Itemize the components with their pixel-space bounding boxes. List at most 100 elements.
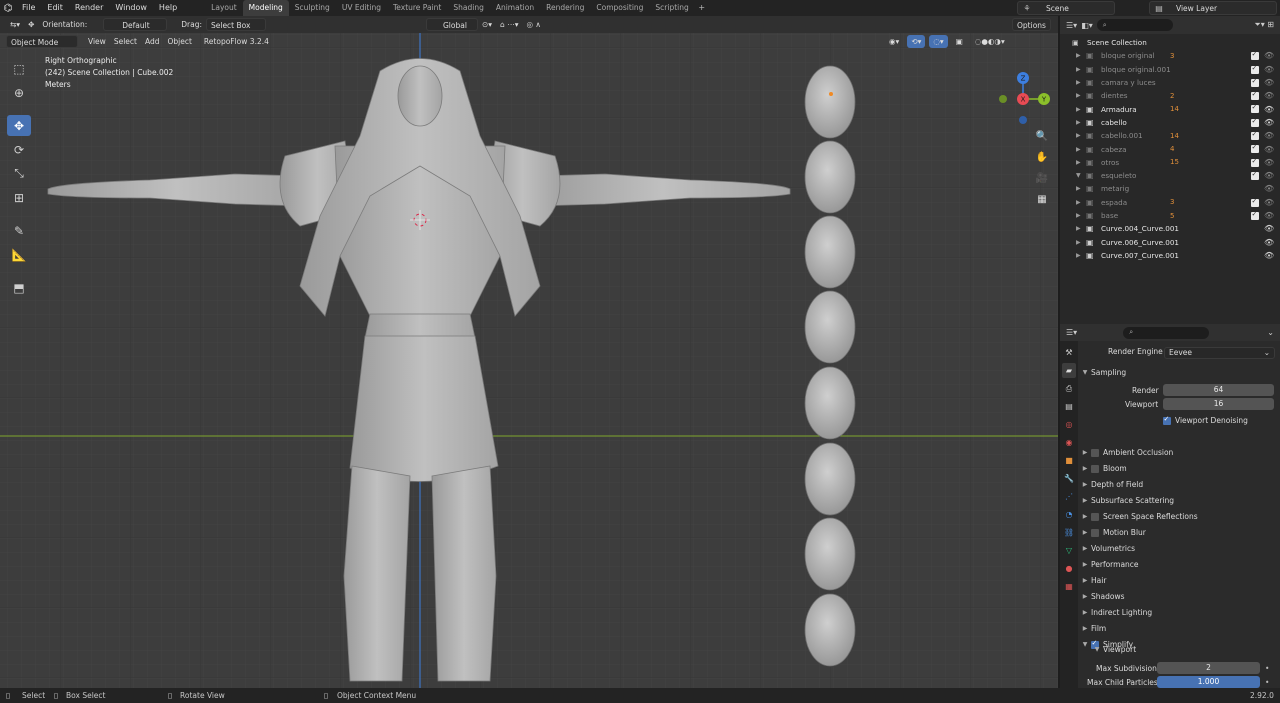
annotate-icon[interactable]: ✎ (7, 220, 31, 241)
outliner-row[interactable]: ▶ ▣ otros 15 👁 (1060, 156, 1280, 169)
menu-view[interactable]: View (84, 35, 110, 48)
panel-header[interactable]: ▶ Ambient Occlusion (1079, 445, 1280, 460)
visibility-eye-icon[interactable]: 👁 (1264, 198, 1274, 207)
expand-arrow-icon[interactable]: ▶ (1076, 132, 1081, 139)
visibility-eye-icon[interactable]: 👁 (1264, 145, 1274, 154)
exclude-checkbox[interactable] (1251, 143, 1259, 154)
panel-header[interactable]: ▶ Film (1079, 621, 1280, 636)
tab-scripting[interactable]: Scripting (649, 0, 694, 16)
outliner-row[interactable]: ▶ ▣ cabello 👁 (1060, 116, 1280, 129)
tab-modeling[interactable]: Modeling (242, 0, 289, 16)
rotate-icon[interactable]: ⟳ (7, 139, 31, 160)
outliner-row[interactable]: ▶ ▣ metarig 👁 (1060, 182, 1280, 195)
visibility-eye-icon[interactable]: 👁 (1264, 65, 1274, 74)
gizmo-toggle-icon[interactable]: ⟲▾ (907, 35, 926, 48)
panel-checkbox[interactable] (1091, 448, 1099, 457)
expand-arrow-icon[interactable]: ▶ (1076, 79, 1081, 86)
expand-arrow-icon[interactable]: ▶ (1076, 119, 1081, 126)
visibility-eye-icon[interactable]: 👁 (1264, 78, 1274, 87)
exclude-checkbox[interactable] (1251, 130, 1259, 141)
transform-space-dropdown[interactable]: Global (425, 18, 478, 31)
tab-uv-editing[interactable]: UV Editing (336, 0, 387, 16)
panel-checkbox[interactable] (1091, 528, 1099, 537)
snap-icon[interactable]: ⌂ ⋯▾ (496, 18, 522, 31)
shading-modes-icon[interactable]: ◌●◐◑▾ (971, 35, 1009, 48)
visibility-icon[interactable]: ◉▾ (885, 35, 903, 48)
visibility-eye-icon[interactable]: 👁 (1264, 171, 1274, 180)
outliner-row[interactable]: ▶ ▣ Curve.004_Curve.001 👁 (1060, 222, 1280, 235)
tab-shading[interactable]: Shading (447, 0, 489, 16)
tab-texture-paint[interactable]: Texture Paint (387, 0, 447, 16)
panel-header[interactable]: ▶ Performance (1079, 557, 1280, 572)
keyframe-dot-icon[interactable]: • (1265, 678, 1269, 687)
world-tab-icon[interactable]: ◉ (1062, 435, 1076, 450)
scene-selector[interactable]: ⚘ Scene (1017, 1, 1115, 15)
select-box-icon[interactable]: ⬚ (7, 58, 31, 79)
expand-arrow-icon[interactable]: ▶ (1076, 239, 1081, 246)
expand-arrow-icon[interactable]: ▶ (1076, 52, 1081, 59)
visibility-eye-icon[interactable]: 👁 (1264, 211, 1274, 220)
3d-viewport[interactable]: ⇆▾ ✥ Orientation: Default Drag: Select B… (0, 16, 1058, 688)
max-subdivision-field[interactable]: 2 (1157, 662, 1260, 674)
render-samples-field[interactable]: 64 (1163, 384, 1274, 396)
exclude-checkbox[interactable] (1251, 64, 1259, 74)
outliner-row[interactable]: ▶ ▣ cabello.001 14 👁 (1060, 129, 1280, 142)
object-tab-icon[interactable]: ■ (1062, 453, 1076, 468)
exclude-checkbox[interactable] (1251, 170, 1259, 180)
outliner-row[interactable]: ▶ ▣ Curve.006_Curve.001 👁 (1060, 235, 1280, 248)
texture-tab-icon[interactable]: ▦ (1062, 579, 1076, 594)
blender-logo-icon[interactable]: ⌬ (0, 0, 16, 16)
modifier-tab-icon[interactable]: 🔧 (1062, 471, 1076, 486)
expand-arrow-icon[interactable]: ▶ (1076, 212, 1081, 219)
navigation-gizmo[interactable]: Y Z X (995, 64, 1055, 124)
exclude-checkbox[interactable] (1251, 210, 1259, 220)
sampling-panel-header[interactable]: ▼ Sampling (1079, 365, 1280, 380)
exclude-checkbox[interactable] (1251, 90, 1259, 101)
properties-editor-icon[interactable]: ☰▾ (1066, 328, 1077, 337)
properties-options-icon[interactable]: ⌄ (1267, 328, 1274, 337)
physics-tab-icon[interactable]: ◔ (1062, 507, 1076, 522)
measure-icon[interactable]: 📐 (7, 244, 31, 265)
expand-arrow-icon[interactable]: ▶ (1076, 146, 1081, 153)
add-workspace-icon[interactable]: + (695, 0, 709, 16)
constraints-tab-icon[interactable]: ⛓ (1062, 525, 1076, 540)
visibility-eye-icon[interactable]: 👁 (1264, 184, 1274, 193)
menu-select[interactable]: Select (110, 35, 141, 48)
ortho-grid-icon[interactable]: ▦ (1033, 190, 1051, 208)
menu-render[interactable]: Render (69, 0, 109, 16)
move-icon[interactable]: ✥ (7, 115, 31, 136)
exclude-checkbox[interactable] (1251, 77, 1259, 87)
max-child-particles-slider[interactable]: 1.000 (1157, 676, 1260, 688)
scene-collection-row[interactable]: ▣ Scene Collection (1060, 36, 1280, 49)
expand-arrow-icon[interactable]: ▼ (1076, 172, 1081, 179)
outliner-row[interactable]: ▶ ▣ espada 3 👁 (1060, 196, 1280, 209)
menu-help[interactable]: Help (153, 0, 183, 16)
visibility-eye-icon[interactable]: 👁 (1264, 158, 1274, 167)
zoom-icon[interactable]: 🔍 (1033, 127, 1051, 145)
visibility-eye-icon[interactable]: 👁 (1264, 118, 1274, 127)
proportional-edit-icon[interactable]: ◎ ∧ (522, 18, 544, 31)
outliner-row[interactable]: ▶ ▣ Curve.007_Curve.001 👁 (1060, 249, 1280, 262)
scene-tab-icon[interactable]: ◎ (1062, 417, 1076, 432)
expand-arrow-icon[interactable]: ▶ (1076, 106, 1081, 113)
outliner-row[interactable]: ▶ ▣ dientes 2 👁 (1060, 89, 1280, 102)
render-engine-dropdown[interactable]: Eevee ⌄ (1164, 347, 1275, 359)
exclude-checkbox[interactable] (1251, 103, 1259, 114)
expand-arrow-icon[interactable]: ▶ (1076, 199, 1081, 206)
panel-checkbox[interactable] (1091, 512, 1099, 521)
visibility-eye-icon[interactable]: 👁 (1264, 131, 1274, 140)
visibility-eye-icon[interactable]: 👁 (1264, 251, 1274, 260)
tool-tab-icon[interactable]: ⚒ (1062, 345, 1076, 360)
panel-header[interactable]: ▶ Subsurface Scattering (1079, 493, 1280, 508)
expand-arrow-icon[interactable]: ▶ (1076, 185, 1081, 192)
data-tab-icon[interactable]: ▽ (1062, 543, 1076, 558)
visibility-eye-icon[interactable]: 👁 (1264, 224, 1274, 233)
properties-search-input[interactable]: ⌕ (1123, 326, 1210, 339)
filter-icon[interactable]: ⏷▾ ⊞ (1254, 20, 1274, 30)
exclude-checkbox[interactable] (1251, 157, 1259, 167)
visibility-eye-icon[interactable]: 👁 (1264, 238, 1274, 247)
transform-icon[interactable]: ⊞ (7, 187, 31, 208)
viewport-samples-field[interactable]: 16 (1163, 398, 1274, 410)
options-dropdown[interactable]: Options (1012, 18, 1051, 31)
material-tab-icon[interactable]: ● (1062, 561, 1076, 576)
